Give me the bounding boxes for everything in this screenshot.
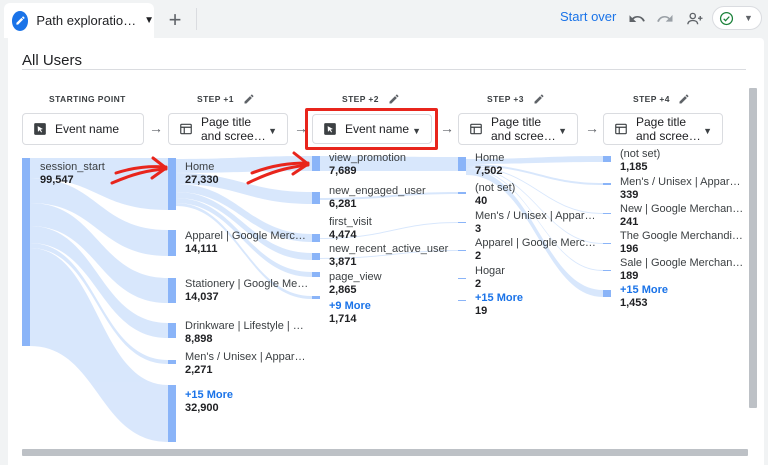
node-value: 8,898 bbox=[185, 333, 213, 345]
node-value: 189 bbox=[620, 270, 639, 282]
node-value: 14,037 bbox=[185, 291, 219, 303]
undo-icon[interactable] bbox=[625, 7, 649, 31]
node-bar[interactable] bbox=[458, 157, 466, 171]
node-bar[interactable] bbox=[603, 290, 611, 297]
node-bar[interactable] bbox=[458, 250, 466, 251]
node-label: first_visit bbox=[329, 216, 372, 228]
node-bar[interactable] bbox=[458, 222, 466, 223]
more-link[interactable]: +15 More bbox=[185, 389, 233, 402]
node-bar[interactable] bbox=[603, 243, 611, 244]
node-label: (not set) bbox=[475, 182, 516, 194]
node-value: 7,502 bbox=[475, 165, 503, 177]
node-value: 7,689 bbox=[329, 165, 357, 177]
node-value: 99,547 bbox=[40, 174, 74, 186]
node-value: 40 bbox=[475, 195, 488, 207]
node-bar[interactable] bbox=[458, 278, 466, 279]
node-label: page_view bbox=[329, 271, 382, 283]
node-value: 27,330 bbox=[185, 174, 219, 186]
start-over-button[interactable]: Start over bbox=[560, 9, 616, 24]
node-value: 2,271 bbox=[185, 364, 213, 376]
node-label: Stationery | Google Me… bbox=[185, 278, 309, 290]
add-tab-button[interactable]: + bbox=[160, 6, 190, 34]
node-bar[interactable] bbox=[168, 360, 176, 364]
node-label: view_promotion bbox=[329, 152, 407, 164]
node-value: 339 bbox=[620, 189, 639, 201]
node-value: 2 bbox=[475, 250, 482, 262]
node-bar[interactable] bbox=[312, 296, 320, 299]
node-bar[interactable] bbox=[312, 156, 320, 171]
node-value: 2 bbox=[475, 278, 482, 290]
tab-title: Path exploratio… bbox=[36, 13, 137, 28]
node-bar[interactable] bbox=[168, 323, 176, 338]
node-bar[interactable] bbox=[168, 278, 176, 303]
node-bar[interactable] bbox=[312, 192, 320, 204]
node-bar[interactable] bbox=[22, 158, 30, 346]
node-label: New | Google Merchan… bbox=[620, 203, 744, 215]
horizontal-scrollbar[interactable] bbox=[22, 449, 748, 456]
node-bar[interactable] bbox=[603, 183, 611, 185]
node-value: 6,281 bbox=[329, 198, 357, 210]
node-bar[interactable] bbox=[312, 253, 320, 260]
node-bar[interactable] bbox=[603, 156, 611, 162]
status-dropdown[interactable]: ▼ bbox=[712, 6, 762, 30]
top-bar: Path exploratio… ▼ + Start over ▼ bbox=[0, 0, 768, 38]
node-value: 4,474 bbox=[329, 229, 357, 241]
node-label: (not set) bbox=[620, 148, 661, 160]
node-label: Men's / Unisex | Appar… bbox=[475, 210, 596, 222]
node-label: Sale | Google Merchan… bbox=[620, 257, 744, 269]
more-link[interactable]: +9 More bbox=[329, 300, 371, 313]
vertical-scrollbar[interactable] bbox=[749, 88, 757, 408]
node-bar[interactable] bbox=[458, 300, 466, 301]
check-circle-icon bbox=[719, 11, 734, 25]
node-bar[interactable] bbox=[603, 213, 611, 214]
exploration-canvas: All Users STARTING POINT STEP +1 STEP +2… bbox=[8, 38, 764, 465]
node-value: 1,185 bbox=[620, 161, 648, 173]
exploration-tab[interactable]: Path exploratio… ▼ bbox=[4, 3, 154, 38]
pencil-icon bbox=[12, 10, 29, 31]
node-value: 14,111 bbox=[185, 243, 218, 255]
node-label: Hogar bbox=[475, 265, 505, 277]
more-link[interactable]: +15 More bbox=[475, 292, 523, 305]
node-value: 32,900 bbox=[185, 402, 219, 414]
node-label: Apparel | Google Merc… bbox=[475, 237, 596, 249]
node-label: Home bbox=[475, 152, 505, 164]
node-bar[interactable] bbox=[312, 272, 320, 277]
more-link[interactable]: +15 More bbox=[620, 284, 668, 297]
redo-icon[interactable] bbox=[653, 7, 677, 31]
node-label: new_recent_active_user bbox=[329, 243, 449, 255]
node-label: Apparel | Google Merc… bbox=[185, 230, 306, 242]
node-value: 2,865 bbox=[329, 284, 357, 296]
tab-divider bbox=[196, 8, 197, 30]
node-value: 1,714 bbox=[329, 313, 357, 325]
chevron-down-icon[interactable]: ▼ bbox=[144, 15, 154, 26]
node-label: new_engaged_user bbox=[329, 185, 426, 197]
node-bar[interactable] bbox=[168, 230, 176, 256]
share-users-icon[interactable] bbox=[683, 7, 707, 31]
node-value: 241 bbox=[620, 216, 639, 228]
node-value: 1,453 bbox=[620, 297, 648, 309]
node-bar[interactable] bbox=[168, 158, 176, 210]
node-bar[interactable] bbox=[603, 270, 611, 271]
node-label: The Google Merchandi… bbox=[620, 230, 743, 242]
node-bar[interactable] bbox=[312, 234, 320, 242]
node-label: Home bbox=[185, 161, 215, 173]
node-value: 3,871 bbox=[329, 256, 357, 268]
node-value: 19 bbox=[475, 305, 488, 317]
node-label: session_start bbox=[40, 161, 105, 173]
node-label: Men's / Unisex | Appar… bbox=[620, 176, 741, 188]
node-bar[interactable] bbox=[458, 192, 466, 194]
node-value: 196 bbox=[620, 243, 639, 255]
node-value: 3 bbox=[475, 223, 482, 235]
node-bar[interactable] bbox=[168, 385, 176, 442]
node-label: Men's / Unisex | Appar… bbox=[185, 351, 306, 363]
chevron-down-icon: ▼ bbox=[744, 13, 753, 23]
node-label: Drinkware | Lifestyle | … bbox=[185, 320, 304, 332]
